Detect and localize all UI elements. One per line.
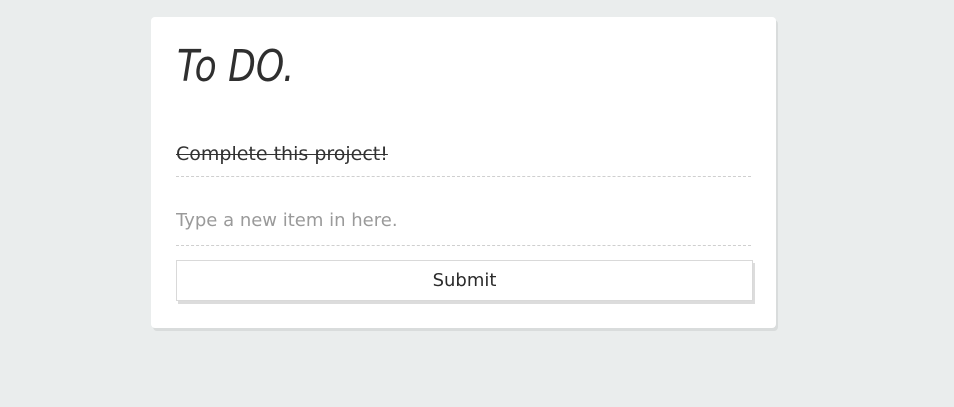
todo-list: Complete this project! — [176, 135, 751, 177]
page-title: To DO. — [177, 41, 295, 92]
submit-button[interactable]: Submit — [176, 260, 753, 301]
list-item[interactable]: Complete this project! — [176, 135, 751, 177]
todo-card: To DO. Complete this project! Submit — [151, 17, 776, 328]
new-item-input[interactable] — [176, 195, 751, 246]
todo-item-text[interactable]: Complete this project! — [176, 143, 388, 165]
